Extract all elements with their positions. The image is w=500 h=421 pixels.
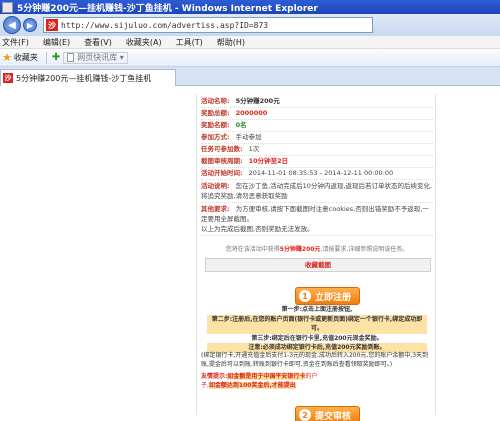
warning-tip: 友情提示:如金额是用于中国平安银行卡的户 子,如金额达到100奖金后,才能提出 <box>201 372 433 390</box>
step-2-badge: 2 <box>299 409 311 421</box>
page-content: 活动名称: 5分钟赚200元 奖励总额: 2000000 奖励名额: 0名 参加方式:… <box>0 86 500 421</box>
tab-strip: 沙 5分钟赚200元—挂机赚钱-沙丁鱼挂机 <box>0 67 500 86</box>
desc-value: 您在沙丁鱼,活动完成后10分钟内返现,返现后若订单状态的后续变化,将追究奖励,请… <box>201 182 433 200</box>
collect-screenshot-button[interactable]: 收藏截图 <box>205 258 431 272</box>
url-input[interactable]: 沙 http://www.sijuluo.com/advertiss.asp?I… <box>43 17 373 33</box>
activity-value: 5分钟赚200元 <box>235 97 280 105</box>
remark-text: (绑定银行卡,开通充值金后支付1-3元的现金,成功后转入200元,您的账户余额中… <box>201 352 429 368</box>
total-key: 奖励总额: <box>201 109 230 117</box>
warn-prefix: 友情提示: <box>201 373 228 380</box>
method-row: 参加方式: 手动参加 <box>201 132 433 144</box>
submit-label: 提交审核 <box>315 411 352 421</box>
warn-line2b: 如金额达到100奖金后,才能提出 <box>208 382 296 389</box>
review-value: 10分钟至2日 <box>248 157 289 165</box>
web-slice-label: 网页快讯库 ▾ <box>77 53 124 62</box>
menu-help[interactable]: 帮助(H) <box>217 37 245 48</box>
menu-file[interactable]: 文件(F) <box>2 37 29 48</box>
favorites-label[interactable]: 收藏夹 <box>14 52 38 63</box>
notice-bold: 5分钟赚200元 <box>279 246 321 253</box>
site-favicon-icon: 沙 <box>46 19 58 31</box>
register-button[interactable]: 1 立即注册 <box>295 287 361 305</box>
total-row: 奖励总额: 2000000 <box>201 108 433 120</box>
notice-prefix: 您将在该活动中获得 <box>225 246 280 253</box>
reward-notice: 您将在该活动中获得5分钟赚200元,请按要求,详细参照说明该任务。 <box>197 244 437 253</box>
step-1: 第一步:点击上面注册按钮, <box>281 306 353 313</box>
favorites-star-icon[interactable]: ★ <box>2 51 12 64</box>
ie-icon <box>2 1 13 13</box>
period-value: 2014-11-01 08:35:53 - 2014-12-11 00:00:0… <box>248 169 394 177</box>
page-icon <box>67 53 75 62</box>
forward-button[interactable]: ▶ <box>23 18 37 32</box>
desc-row: 活动说明: 您在沙丁鱼,活动完成后10分钟内返现,返现后若订单状态的后续变化,将追… <box>201 180 433 203</box>
desc-key: 活动说明: <box>201 182 230 190</box>
other-value: 为方便审核,请按下面截图时注意cookies,否则出错奖励不予返现,一定要用全屏… <box>201 205 429 223</box>
activity-key: 活动名称: <box>201 97 230 105</box>
back-button[interactable]: ◀ <box>3 16 21 34</box>
window-title: 5分钟赚200元—挂机赚钱-沙丁鱼挂机 - Windows Internet E… <box>17 3 318 14</box>
total-value: 2000000 <box>235 109 268 117</box>
quota-value: 0名 <box>235 121 247 129</box>
method-key: 参加方式: <box>201 133 230 141</box>
tab-favicon-icon: 沙 <box>3 73 13 83</box>
times-value: 1次 <box>248 145 260 153</box>
menu-view[interactable]: 查看(V) <box>84 37 112 48</box>
task-panel: 活动名称: 5分钟赚200元 奖励总额: 2000000 奖励名额: 0名 参加方式:… <box>196 94 437 421</box>
submit-review-button[interactable]: 2 提交审核 <box>295 406 361 421</box>
other-value-2: 以上为完成后截图,否则奖励无法发放。 <box>201 225 314 233</box>
title-bar: 5分钟赚200元—挂机赚钱-沙丁鱼挂机 - Windows Internet E… <box>0 0 500 14</box>
separator <box>45 51 47 64</box>
warn-highlight: 如金额是用于中国平安银行卡 <box>227 373 306 380</box>
other-key: 其他要求: <box>201 205 230 213</box>
url-text: http://www.sijuluo.com/advertiss.asp?ID=… <box>61 20 269 30</box>
address-bar: ◀ ▶ 沙 http://www.sijuluo.com/advertiss.a… <box>0 14 500 36</box>
tab-label: 5分钟赚200元—挂机赚钱-沙丁鱼挂机 <box>16 73 152 83</box>
menu-bar: 文件(F) 编辑(E) 查看(V) 收藏夹(A) 工具(T) 帮助(H) <box>0 36 500 49</box>
method-value: 手动参加 <box>235 133 262 141</box>
step-2: 第二步:注册后,在您的账户页面(银行卡或更新页面)绑定一个银行卡,绑定成功即可。 <box>207 314 427 334</box>
tab-current[interactable]: 沙 5分钟赚200元—挂机赚钱-沙丁鱼挂机 <box>0 69 176 86</box>
warn-mid: 的户 <box>305 373 318 380</box>
menu-favorites[interactable]: 收藏夹(A) <box>126 37 162 48</box>
quota-row: 奖励名额: 0名 <box>201 120 433 132</box>
favorites-bar: ★ 收藏夹 ✚ 网页快讯库 ▾ <box>0 49 500 67</box>
web-slice-gallery[interactable]: 网页快讯库 ▾ <box>63 51 128 64</box>
menu-edit[interactable]: 编辑(E) <box>43 37 70 48</box>
register-label: 立即注册 <box>315 292 352 303</box>
activity-row: 活动名称: 5分钟赚200元 <box>201 96 433 108</box>
add-favorite-icon[interactable]: ✚ <box>52 52 60 63</box>
step-1-badge: 1 <box>299 290 311 302</box>
period-key: 活动开始时间: <box>201 169 243 177</box>
warn-line2a: 子, <box>201 382 209 389</box>
review-row: 截图审核周期: 10分钟至2日 <box>201 156 433 168</box>
notice-suffix: ,请按要求,详细参照说明该任务。 <box>320 246 409 253</box>
other-row: 其他要求: 为方便审核,请按下面截图时注意cookies,否则出错奖励不予返现,一… <box>201 203 433 236</box>
review-key: 截图审核周期: <box>201 157 243 165</box>
steps: 第一步:点击上面注册按钮, 第二步:注册后,在您的账户页面(银行卡或更新页面)绑… <box>207 305 427 353</box>
step-3: 第三步:绑定后在银行卡里,充值200元现金奖励。 <box>251 334 383 342</box>
times-key: 任务可参加数: <box>201 145 243 153</box>
quota-key: 奖励名额: <box>201 121 230 129</box>
task-info: 活动名称: 5分钟赚200元 奖励总额: 2000000 奖励名额: 0名 参加方式:… <box>201 96 433 236</box>
period-row: 活动开始时间: 2014-11-01 08:35:53 - 2014-12-11 … <box>201 168 433 180</box>
menu-tools[interactable]: 工具(T) <box>176 37 203 48</box>
times-row: 任务可参加数: 1次 <box>201 144 433 156</box>
